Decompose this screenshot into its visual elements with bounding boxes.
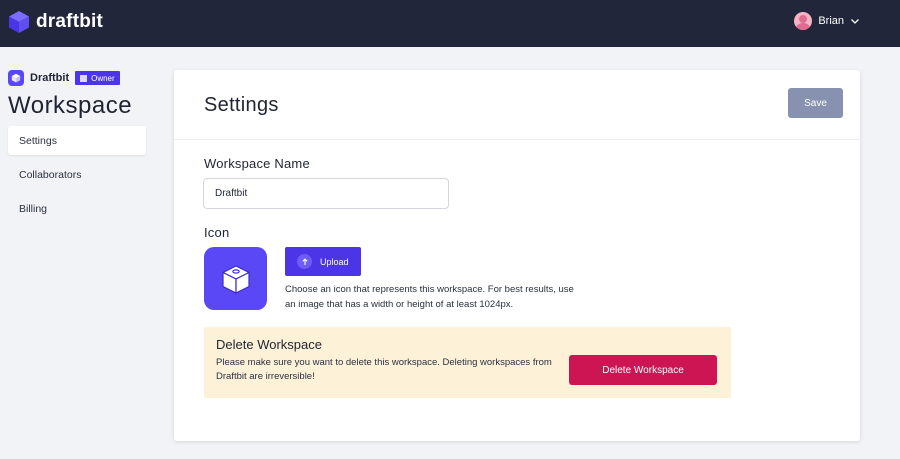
- user-menu[interactable]: Brian: [794, 12, 860, 30]
- chevron-down-icon: [851, 19, 859, 24]
- role-badge: Owner: [75, 71, 120, 85]
- user-name: Brian: [818, 15, 844, 27]
- delete-workspace-section: Delete Workspace Please make sure you wa…: [204, 327, 731, 398]
- workspace-mini-icon: [8, 70, 24, 86]
- upload-button[interactable]: Upload: [285, 247, 361, 276]
- delete-workspace-title: Delete Workspace: [216, 337, 322, 352]
- panel-header: Settings Save: [174, 70, 860, 140]
- cube-icon: [221, 264, 250, 294]
- workspace-mini-name: Draftbit: [30, 72, 70, 84]
- top-bar: draftbit Brian: [0, 0, 900, 47]
- delete-workspace-warning: Please make sure you want to delete this…: [216, 357, 552, 382]
- save-button[interactable]: Save: [788, 88, 843, 118]
- sidebar-item-billing[interactable]: Billing: [8, 194, 146, 223]
- badge-square-icon: [80, 74, 88, 82]
- sidebar-item-settings[interactable]: Settings: [8, 126, 146, 155]
- upload-button-label: Upload: [320, 256, 349, 267]
- workspace-name-label: Workspace Name: [204, 156, 310, 171]
- sidebar-item-collaborators[interactable]: Collaborators: [8, 160, 146, 189]
- settings-panel: Settings Save Workspace Name Icon Upload…: [174, 70, 860, 441]
- brand[interactable]: draftbit: [8, 10, 103, 34]
- sidebar-item-label: Collaborators: [19, 168, 82, 181]
- avatar: [794, 12, 813, 30]
- workspace-icon-preview: [204, 247, 267, 310]
- workspace-name-input[interactable]: [203, 178, 449, 209]
- workspace-switcher[interactable]: Draftbit Owner: [8, 70, 120, 86]
- cube-icon: [11, 73, 21, 83]
- sidebar-title: Workspace: [8, 92, 133, 119]
- brand-name: draftbit: [36, 11, 104, 32]
- sidebar-nav: Settings Collaborators Billing: [8, 126, 146, 228]
- sidebar-item-label: Settings: [19, 134, 57, 147]
- delete-workspace-button[interactable]: Delete Workspace: [569, 355, 717, 385]
- role-badge-label: Owner: [91, 73, 115, 83]
- page-title: Settings: [204, 94, 279, 116]
- icon-label: Icon: [204, 225, 230, 240]
- arrow-up-icon: [297, 254, 312, 269]
- sidebar-item-label: Billing: [19, 202, 48, 215]
- cube-icon: [9, 11, 29, 33]
- icon-help-text: Choose an icon that represents this work…: [285, 284, 574, 310]
